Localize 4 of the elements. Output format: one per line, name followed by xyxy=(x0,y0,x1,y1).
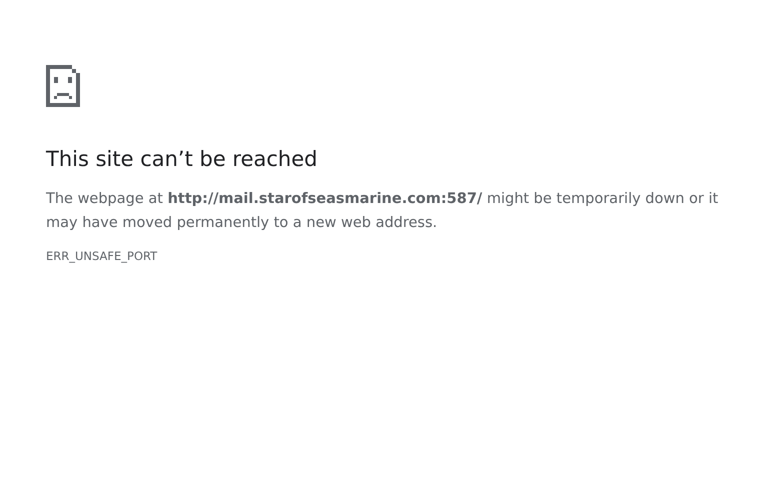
error-message: The webpage at http://mail.starofseasmarine.com:587/ might be temporarily down or it may have moved permanently to a new web address. xyxy=(46,190,720,233)
sad-page-icon xyxy=(46,65,80,107)
error-code: ERR_UNSAFE_PORT xyxy=(46,249,158,263)
error-heading: This site can’t be reached xyxy=(46,146,318,173)
